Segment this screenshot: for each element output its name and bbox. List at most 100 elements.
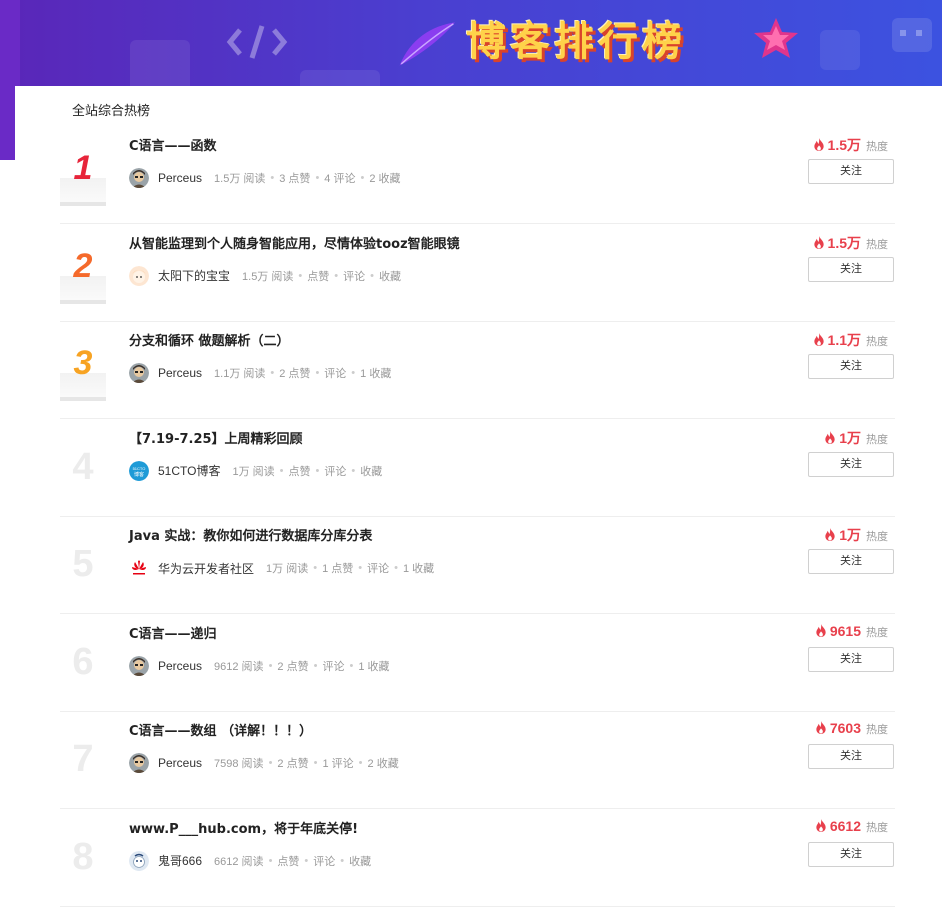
flame-icon xyxy=(825,528,835,541)
flame-icon xyxy=(825,430,835,444)
separator-dot: • xyxy=(315,367,320,379)
rank-number: 8 xyxy=(72,835,94,878)
rank-number: 5 xyxy=(72,543,94,585)
heat-score: 6612 热度 xyxy=(815,818,888,835)
separator-dot: • xyxy=(315,172,320,184)
author-name[interactable]: 太阳下的宝宝 xyxy=(158,267,230,284)
follow-button[interactable]: 关注 xyxy=(808,159,894,184)
stat-value: 1万 阅读 xyxy=(266,563,309,575)
rank-badge: 6 xyxy=(60,636,106,696)
follow-button[interactable]: 关注 xyxy=(808,744,894,769)
heat-label: 热度 xyxy=(866,724,888,736)
ranking-item[interactable]: 4 【7.19-7.25】上周精彩回顾 51CTO 博客 51CTO博客 1万 阅读 • 点赞… xyxy=(60,419,895,517)
stat-value: 2 点赞 xyxy=(277,660,309,673)
rank-badge: 8 xyxy=(60,831,106,891)
stat-value: 2 收藏 xyxy=(367,758,399,770)
heat-score: 1万 热度 xyxy=(824,525,888,545)
separator-dot: • xyxy=(313,659,318,672)
separator-dot: • xyxy=(270,172,275,184)
stat-value: 收藏 xyxy=(349,855,372,868)
author-name[interactable]: Perceus xyxy=(158,366,202,380)
avatar[interactable] xyxy=(129,850,149,871)
author-name[interactable]: 鬼哥666 xyxy=(158,852,202,869)
stat-value: 3 点赞 xyxy=(279,173,311,185)
author-name[interactable]: 华为云开发者社区 xyxy=(158,560,254,577)
stat-value: 收藏 xyxy=(360,465,383,478)
separator-dot: • xyxy=(268,854,273,867)
stat-value: 2 收藏 xyxy=(369,173,401,185)
stat-value: 点赞 xyxy=(307,270,330,283)
stat-value: 1.5万 阅读 xyxy=(214,173,266,185)
heat-label: 热度 xyxy=(866,626,888,639)
stat-value: 1 点赞 xyxy=(322,563,354,575)
follow-button[interactable]: 关注 xyxy=(808,549,894,574)
stat-value: 评论 xyxy=(313,855,336,868)
article-title[interactable]: 从智能监理到个人随身智能应用，尽情体验tooz智能眼镜 xyxy=(129,233,460,252)
section-title: 全站综合热榜 xyxy=(72,103,151,118)
article-title[interactable]: C语言——递归 xyxy=(129,623,217,642)
ranking-item[interactable]: 8 www.P___hub.com，将于年底关停! 鬼哥666 6612 阅读 • 点赞 •… xyxy=(60,809,895,907)
avatar[interactable] xyxy=(129,168,149,188)
rank-number: 4 xyxy=(72,445,94,488)
star-icon xyxy=(754,18,798,58)
author-name[interactable]: Perceus xyxy=(158,171,202,185)
heat-label: 热度 xyxy=(866,336,888,348)
stat-value: 6612 阅读 xyxy=(214,855,264,868)
heat-label: 热度 xyxy=(866,821,888,834)
separator-dot: • xyxy=(279,464,284,477)
stat-value: 评论 xyxy=(324,465,347,478)
author-name[interactable]: Perceus xyxy=(158,756,202,770)
heat-value: 1.5万 xyxy=(827,234,861,251)
stat-value: 4 评论 xyxy=(324,173,356,185)
article-title[interactable]: 【7.19-7.25】上周精彩回顾 xyxy=(129,428,303,447)
heat-value: 1万 xyxy=(839,527,861,543)
rank-number: 3 xyxy=(73,344,93,382)
separator-dot: • xyxy=(349,659,354,672)
heat-value: 1.1万 xyxy=(827,332,861,348)
ranking-item[interactable]: 3 分支和循环 做题解析（二） Perceus 1.1万 阅读 • 2 点赞 • 评论 • 1 收… xyxy=(60,321,895,419)
separator-dot: • xyxy=(358,562,363,574)
stat-value: 点赞 xyxy=(288,465,311,478)
follow-button[interactable]: 关注 xyxy=(808,841,894,867)
avatar[interactable]: 51CTO 博客 xyxy=(129,460,149,481)
separator-dot: • xyxy=(394,562,398,574)
ranking-item[interactable]: 5 Java 实战：教你如何进行数据库分库分表华为云开发者社区 1万 阅读 • 1 点赞… xyxy=(60,516,895,614)
feather-icon xyxy=(399,22,455,66)
rank-badge: 5 xyxy=(60,538,106,598)
ranking-item[interactable]: 1 C语言——函数 Perceus 1.5万 阅读 • 3 点赞 • 4 评论 • 2 收藏 1.5… xyxy=(60,126,895,224)
heat-score: 7603 热度 xyxy=(815,720,888,737)
follow-button[interactable]: 关注 xyxy=(808,354,894,379)
article-title[interactable]: C语言——函数 xyxy=(129,135,217,154)
article-meta: 鬼哥666 6612 阅读 • 点赞 • 评论 • 收藏 xyxy=(129,850,372,871)
follow-button[interactable]: 关注 xyxy=(808,256,894,282)
stat-value: 评论 xyxy=(367,563,390,575)
stat-value: 1.5万 阅读 xyxy=(242,270,294,283)
code-icon xyxy=(226,25,288,59)
avatar[interactable] xyxy=(129,265,149,286)
ranking-item[interactable]: 7 C语言——数组 （详解！！！） Perceus 7598 阅读 • 2 点赞 • 1 评论… xyxy=(60,711,895,809)
stat-value: 1.1万 阅读 xyxy=(214,368,266,380)
ranking-item[interactable]: 2 从智能监理到个人随身智能应用，尽情体验tooz智能眼镜太阳下的宝宝 1.5万 阅… xyxy=(60,224,895,322)
article-title[interactable]: Java 实战：教你如何进行数据库分库分表 xyxy=(129,525,372,544)
avatar[interactable] xyxy=(129,655,149,676)
ranking-item[interactable]: 6 C语言——递归 Perceus 9612 阅读 • 2 点赞 • 评论 • 1 收藏 9615 热… xyxy=(60,614,895,712)
article-title[interactable]: C语言——数组 （详解！！！） xyxy=(129,720,312,739)
author-name[interactable]: 51CTO博客 xyxy=(158,462,220,479)
article-title[interactable]: www.P___hub.com，将于年底关停! xyxy=(129,818,358,837)
avatar[interactable] xyxy=(129,558,149,578)
heat-score: 9615 热度 xyxy=(815,623,888,640)
rank-badge: 3 xyxy=(60,343,106,403)
avatar[interactable] xyxy=(129,363,149,383)
author-name[interactable]: Perceus xyxy=(158,659,202,673)
follow-button[interactable]: 关注 xyxy=(808,451,894,477)
article-meta: 51CTO 博客 51CTO博客 1万 阅读 • 点赞 • 评论 • 收藏 xyxy=(129,460,383,481)
stat-value: 1 收藏 xyxy=(402,563,435,575)
avatar[interactable] xyxy=(129,753,149,773)
rank-number: 2 xyxy=(73,246,93,285)
rank-badge: 7 xyxy=(60,733,106,793)
article-title[interactable]: 分支和循环 做题解析（二） xyxy=(129,330,290,349)
heat-score: 1.1万 热度 xyxy=(813,330,888,350)
article-meta: 华为云开发者社区 1万 阅读 • 1 点赞 • 评论 • 1 收藏 xyxy=(129,558,434,578)
stat-value: 收藏 xyxy=(378,270,401,283)
follow-button[interactable]: 关注 xyxy=(808,646,894,672)
